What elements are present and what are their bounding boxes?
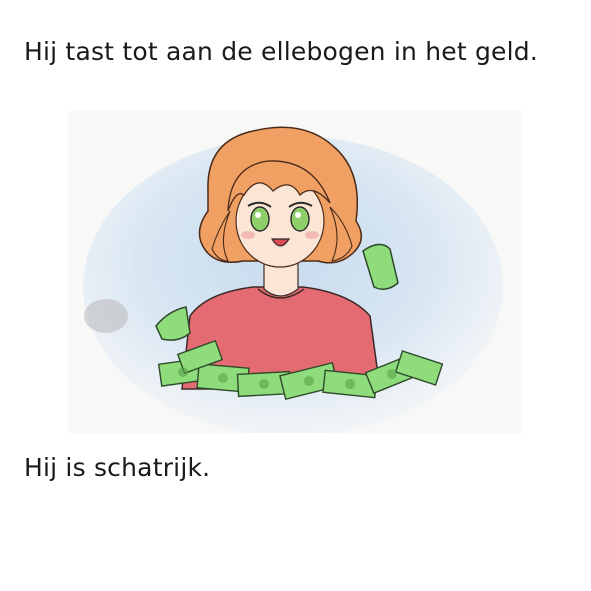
illustration <box>68 111 522 433</box>
caption-top: Hij tast tot aan de ellebogen in het gel… <box>24 37 538 66</box>
caption-bottom: Hij is schatrijk. <box>24 453 211 482</box>
person-in-money-drawing-icon <box>68 111 522 433</box>
